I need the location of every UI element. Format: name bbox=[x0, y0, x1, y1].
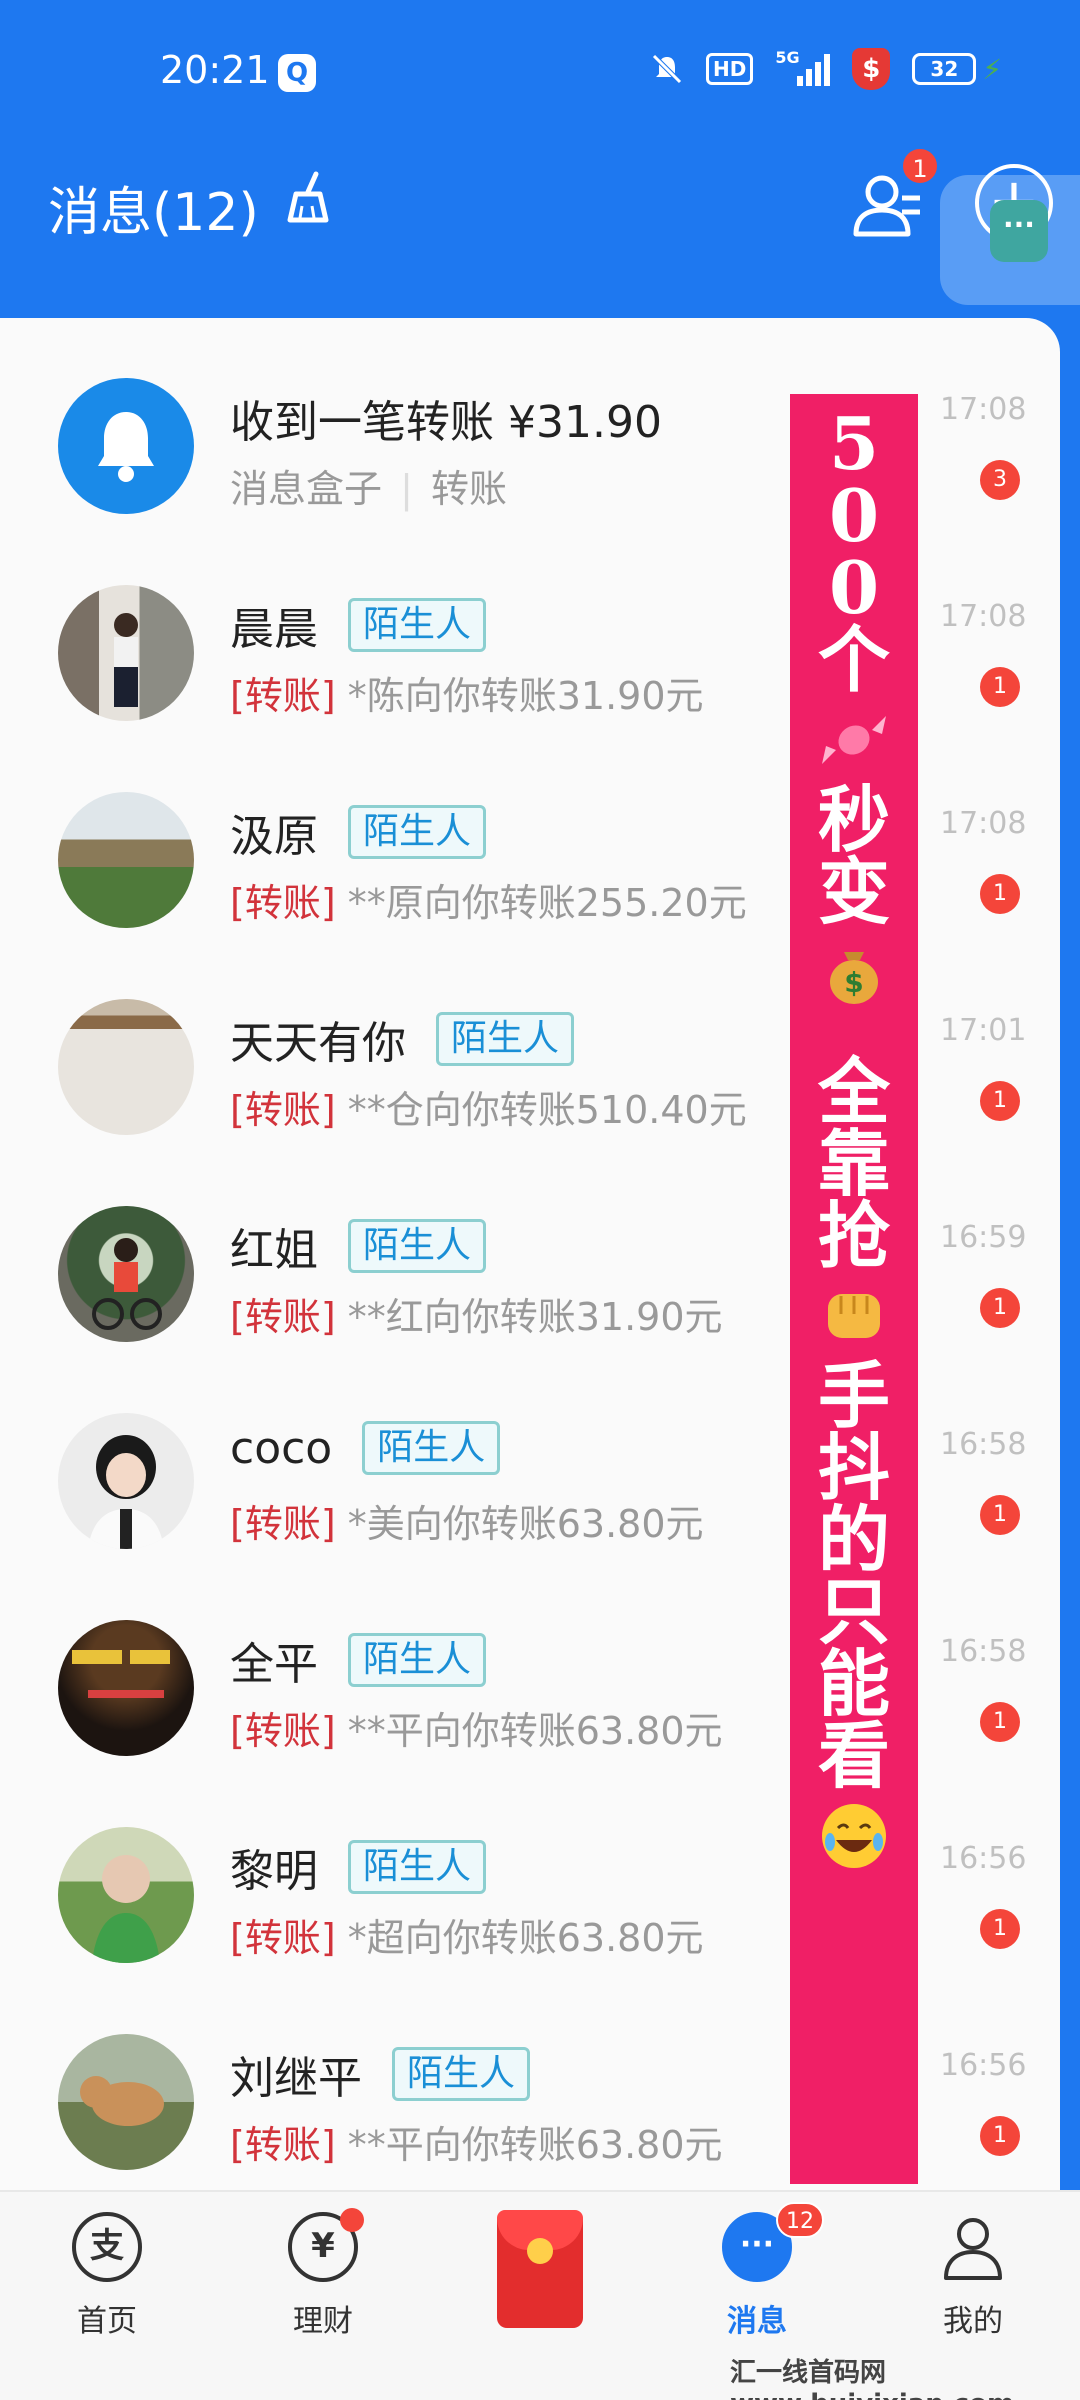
contact-name: 刘继平 bbox=[230, 2053, 362, 2104]
page-title: 消息(12) bbox=[48, 183, 259, 243]
avatar[interactable] bbox=[58, 585, 194, 721]
clear-broom-icon[interactable] bbox=[286, 170, 334, 226]
message-preview: [转账] **平向你转账63.80元 bbox=[230, 2123, 723, 2167]
stranger-tag: 陌生人 bbox=[362, 1421, 501, 1475]
chat-bubble-icon: ··· 12 bbox=[722, 2202, 824, 2282]
status-bar: 20:21 Q HD 5G $ 32 ⚡ bbox=[0, 0, 1080, 140]
message-time: 17:08 bbox=[940, 599, 1027, 634]
status-time: 20:21 bbox=[160, 48, 270, 92]
unread-badge: 1 bbox=[980, 1909, 1020, 1949]
contacts-badge: 1 bbox=[900, 146, 940, 186]
message-time: 16:58 bbox=[940, 1634, 1027, 1669]
contact-name: 全平 bbox=[230, 1639, 318, 1690]
stranger-tag: 陌生人 bbox=[348, 1840, 487, 1894]
notification-bell-icon bbox=[58, 378, 194, 514]
message-time: 17:08 bbox=[940, 806, 1027, 841]
svg-text:$: $ bbox=[844, 966, 863, 999]
laughing-face-icon bbox=[822, 1804, 886, 1868]
signal-icon: 5G bbox=[775, 48, 831, 86]
person-icon bbox=[938, 2212, 1008, 2282]
tab-me[interactable]: 我的 bbox=[898, 2212, 1048, 2340]
stranger-tag: 陌生人 bbox=[436, 1012, 575, 1066]
contact-name: coco bbox=[230, 1422, 333, 1474]
contact-name: 天天有你 bbox=[230, 1018, 406, 1069]
contact-name: 晨晨 bbox=[230, 604, 318, 655]
unread-badge: 1 bbox=[980, 1288, 1020, 1328]
contact-name: 黎明 bbox=[230, 1846, 318, 1897]
message-preview: [转账] *陈向你转账31.90元 bbox=[230, 674, 704, 718]
unread-badge: 3 bbox=[980, 460, 1020, 500]
stranger-tag: 陌生人 bbox=[348, 598, 487, 652]
red-packet-icon[interactable] bbox=[497, 2210, 583, 2328]
message-time: 16:58 bbox=[940, 1427, 1027, 1462]
stranger-tag: 陌生人 bbox=[348, 805, 487, 859]
unread-badge: 1 bbox=[980, 1081, 1020, 1121]
tab-home[interactable]: 支 首页 bbox=[32, 2212, 182, 2340]
avatar[interactable] bbox=[58, 2034, 194, 2170]
status-icons: HD 5G $ 32 ⚡ bbox=[650, 48, 1002, 90]
battery-icon: 32 bbox=[912, 53, 977, 85]
message-title: 收到一笔转账 ¥31.90 bbox=[230, 397, 662, 448]
avatar[interactable] bbox=[58, 1827, 194, 1963]
unread-badge: 1 bbox=[980, 874, 1020, 914]
candy-icon bbox=[822, 716, 886, 764]
message-preview: [转账] **平向你转账63.80元 bbox=[230, 1709, 723, 1753]
unread-badge: 1 bbox=[980, 667, 1020, 707]
message-preview: [转账] *超向你转账63.80元 bbox=[230, 1916, 704, 1960]
tab-messages[interactable]: ··· 12 消息 bbox=[682, 2202, 832, 2340]
promo-sticker-banner: 5 0 0 个 秒 变 $ 全 靠 抢 手 抖 的 只 能 看 bbox=[790, 394, 918, 2184]
message-preview: [转账] *美向你转账63.80元 bbox=[230, 1502, 704, 1546]
yuan-icon: ¥ bbox=[288, 2208, 364, 2282]
floating-more-button[interactable]: ··· bbox=[990, 200, 1048, 262]
tab-wealth[interactable]: ¥ 理财 bbox=[248, 2208, 398, 2340]
avatar[interactable] bbox=[58, 999, 194, 1135]
avatar[interactable] bbox=[58, 1206, 194, 1342]
messages-badge: 12 bbox=[776, 2202, 824, 2238]
hd-badge: HD bbox=[705, 53, 754, 85]
avatar[interactable] bbox=[58, 1413, 194, 1549]
search-app-icon: Q bbox=[278, 54, 316, 92]
unread-badge: 1 bbox=[980, 2116, 1020, 2156]
stranger-tag: 陌生人 bbox=[348, 1633, 487, 1687]
fist-icon bbox=[828, 1294, 880, 1338]
message-time: 16:56 bbox=[940, 1841, 1027, 1876]
avatar[interactable] bbox=[58, 1620, 194, 1756]
message-time: 17:08 bbox=[940, 392, 1027, 427]
contact-name: 汲原 bbox=[230, 811, 318, 862]
message-preview: [转账] **仓向你转账510.40元 bbox=[230, 1088, 747, 1132]
money-bag-icon: $ bbox=[830, 952, 878, 1004]
unread-badge: 1 bbox=[980, 1702, 1020, 1742]
header: 消息(12) 1 + ··· bbox=[0, 140, 1080, 320]
mute-icon bbox=[650, 52, 684, 86]
charging-icon: ⚡ bbox=[982, 52, 1002, 86]
avatar[interactable] bbox=[58, 792, 194, 928]
message-time: 16:59 bbox=[940, 1220, 1027, 1255]
message-preview: [转账] **原向你转账255.20元 bbox=[230, 881, 747, 925]
message-time: 16:56 bbox=[940, 2048, 1027, 2083]
alipay-icon: 支 bbox=[72, 2212, 142, 2282]
notification-dot bbox=[340, 2208, 364, 2232]
message-preview: 消息盒子 | 转账 bbox=[230, 467, 508, 511]
watermark: 汇一线首码网 www.huiyixian.com bbox=[730, 2358, 1014, 2400]
stranger-tag: 陌生人 bbox=[392, 2047, 531, 2101]
contact-name: 红姐 bbox=[230, 1225, 318, 1276]
stranger-tag: 陌生人 bbox=[348, 1219, 487, 1273]
message-preview: [转账] **红向你转账31.90元 bbox=[230, 1295, 723, 1339]
message-time: 17:01 bbox=[940, 1013, 1027, 1048]
unread-badge: 1 bbox=[980, 1495, 1020, 1535]
security-shield-icon: $ bbox=[852, 48, 891, 90]
